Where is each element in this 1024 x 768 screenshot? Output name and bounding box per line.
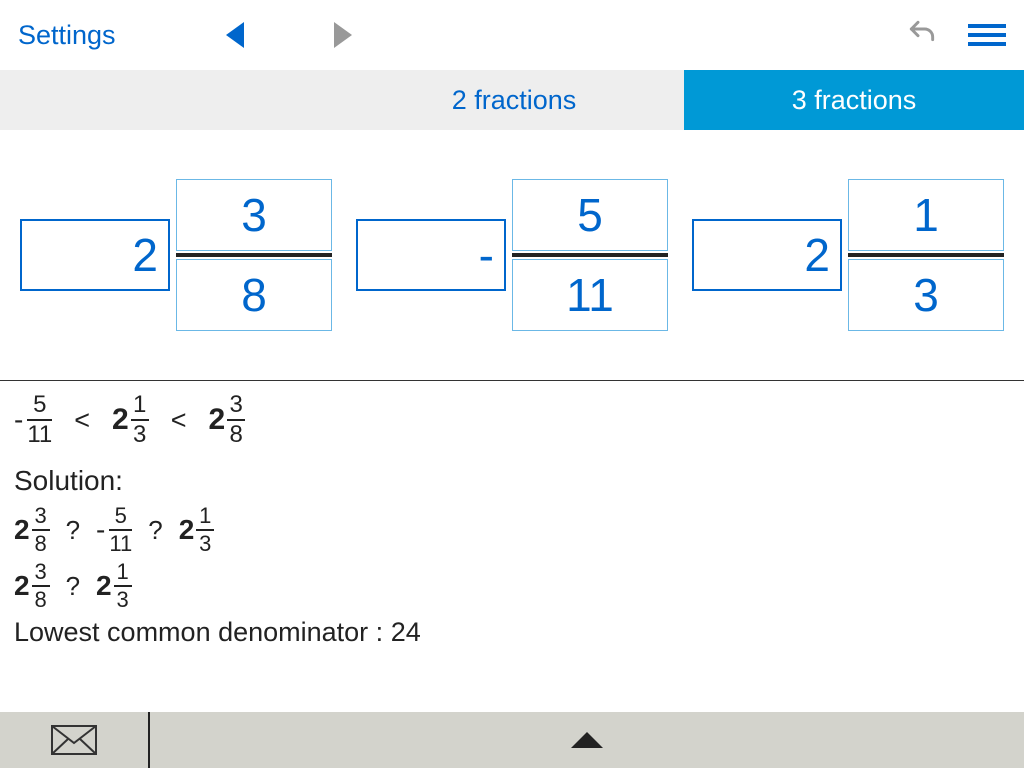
top-right-controls: [906, 17, 1006, 54]
sol1-term-2: - 511: [96, 505, 132, 555]
fraction-bar: [848, 253, 1004, 257]
sol1-rel-1: ?: [66, 515, 80, 546]
fraction-input-3: 2 1 3: [692, 179, 1004, 331]
lcd-line: Lowest common denominator : 24: [14, 617, 1010, 648]
solution-row-1: 2 38 ? - 511 ? 2 13: [14, 505, 1010, 555]
fraction-input-1: 2 3 8: [20, 179, 332, 331]
result-term-1: - 511: [14, 393, 52, 447]
relation-1: <: [74, 405, 90, 436]
prev-arrow-icon[interactable]: [226, 22, 244, 48]
expand-button[interactable]: [150, 712, 1024, 768]
mail-button[interactable]: [0, 712, 150, 768]
denominator-input-1[interactable]: 8: [176, 259, 332, 331]
fraction-input-area: 2 3 8 - 5 11 2 1 3: [0, 130, 1024, 380]
lcd-value: 24: [391, 617, 421, 647]
fraction-count-tabs: 2 fractions 3 fractions: [0, 70, 1024, 130]
nav-arrows: [226, 22, 352, 48]
ordered-result-row: - 511 < 2 13 < 2 38: [14, 393, 1010, 447]
numerator-input-3[interactable]: 1: [848, 179, 1004, 251]
undo-icon[interactable]: [906, 17, 938, 54]
result-term-3: 2 38: [209, 393, 246, 447]
numerator-input-2[interactable]: 5: [512, 179, 668, 251]
whole-input-3[interactable]: 2: [692, 219, 842, 291]
sol1-term-1: 2 38: [14, 505, 50, 555]
solution-area: - 511 < 2 13 < 2 38 Solution: 2 38 ? - 5…: [0, 381, 1024, 658]
next-arrow-icon[interactable]: [334, 22, 352, 48]
solution-row-2: 2 38 ? 2 13: [14, 561, 1010, 611]
tab-2-fractions[interactable]: 2 fractions: [344, 70, 684, 130]
solution-label: Solution:: [14, 465, 1010, 497]
sol1-rel-2: ?: [148, 515, 162, 546]
numerator-input-1[interactable]: 3: [176, 179, 332, 251]
result-term-2: 2 13: [112, 393, 149, 447]
sol2-rel-1: ?: [66, 571, 80, 602]
tab-3-fractions[interactable]: 3 fractions: [684, 70, 1024, 130]
bottom-bar: [0, 712, 1024, 768]
menu-icon[interactable]: [968, 24, 1006, 46]
fraction-input-2: - 5 11: [356, 179, 668, 331]
chevron-up-icon: [571, 732, 603, 748]
sol2-term-1: 2 38: [14, 561, 50, 611]
whole-input-1[interactable]: 2: [20, 219, 170, 291]
relation-2: <: [171, 405, 187, 436]
settings-link[interactable]: Settings: [18, 20, 116, 51]
lcd-label: Lowest common denominator :: [14, 617, 391, 647]
denominator-input-2[interactable]: 11: [512, 259, 668, 331]
mail-icon: [51, 725, 97, 755]
sol2-term-2: 2 13: [96, 561, 132, 611]
top-bar: Settings: [0, 0, 1024, 70]
whole-input-2[interactable]: -: [356, 219, 506, 291]
fraction-bar: [176, 253, 332, 257]
sol1-term-3: 2 13: [179, 505, 215, 555]
denominator-input-3[interactable]: 3: [848, 259, 1004, 331]
fraction-bar: [512, 253, 668, 257]
